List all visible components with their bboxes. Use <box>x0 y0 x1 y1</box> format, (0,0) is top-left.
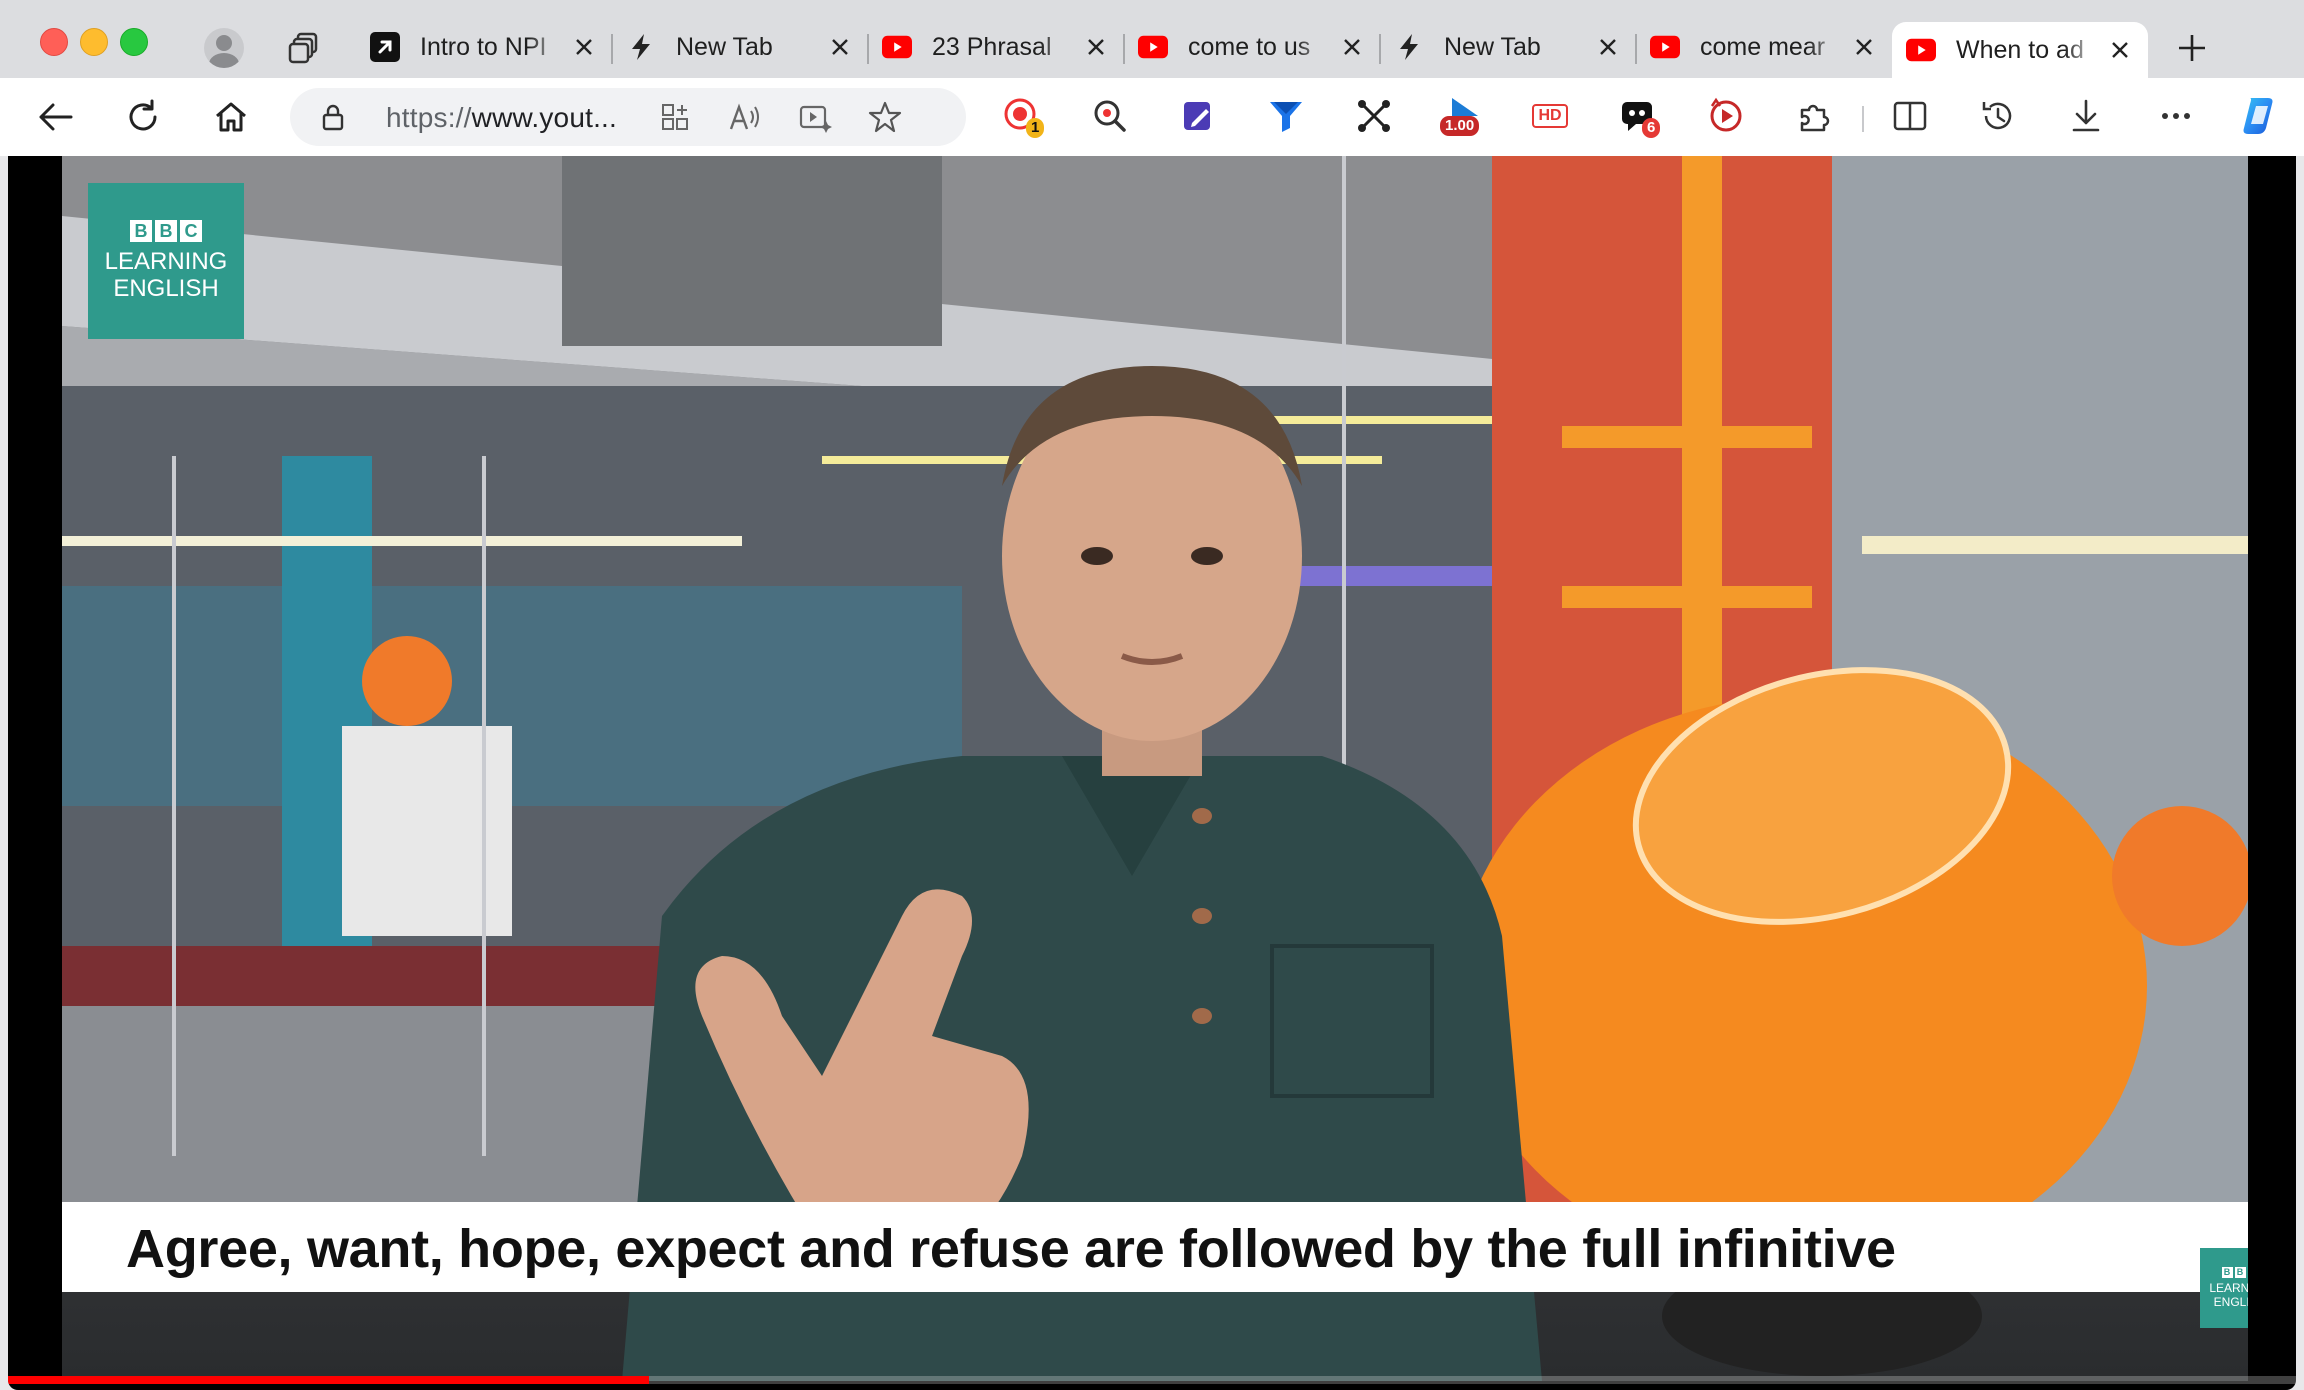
comments-badge: 6 <box>1642 118 1661 138</box>
speed-badge: 1.00 <box>1440 116 1480 136</box>
url-text[interactable]: https://www.yout... <box>386 102 617 134</box>
tab-title: When to ad <box>1956 35 2084 64</box>
back-button[interactable] <box>32 94 78 140</box>
more-menu-icon[interactable] <box>2154 94 2198 138</box>
new-tab-button[interactable] <box>2172 28 2212 68</box>
favorite-star-icon[interactable] <box>868 100 902 134</box>
bolt-icon <box>626 32 656 62</box>
logo-box: C <box>180 220 202 242</box>
tab-title: come mear <box>1700 32 1826 61</box>
url-scheme: https:// <box>386 102 472 133</box>
close-icon[interactable] <box>826 33 854 61</box>
bbc-watermark-logo: B B C LEARNING ENGLISH <box>2200 1248 2248 1328</box>
bbc-learning-english-logo: B B C LEARNING ENGLISH <box>88 183 244 339</box>
logo-line: ENGLISH <box>2213 1295 2248 1309</box>
zoom-window-button[interactable] <box>120 28 148 56</box>
logo-line: LEARNING <box>2209 1281 2248 1295</box>
video-enhance-icon[interactable] <box>798 100 832 134</box>
tab-come-to-us[interactable]: come to us <box>1124 22 1381 72</box>
close-icon[interactable] <box>2106 36 2134 64</box>
logo-line: LEARNING <box>104 248 228 275</box>
close-icon[interactable] <box>1338 33 1366 61</box>
logo-box: C <box>2247 1267 2248 1278</box>
subtitle-text: Agree, want, hope, expect and refuse are… <box>126 1219 1896 1279</box>
history-icon[interactable] <box>1976 94 2020 138</box>
search-zoom-extension[interactable] <box>1088 94 1132 138</box>
copilot-icon[interactable] <box>2238 94 2282 138</box>
logo-box: B <box>130 220 152 242</box>
bolt-icon <box>1394 32 1424 62</box>
tab-phrasal[interactable]: 23 Phrasal <box>868 22 1125 72</box>
tab-title: come to us <box>1188 32 1311 61</box>
filter-funnel-extension[interactable] <box>1264 94 1308 138</box>
logo-line: ENGLISH <box>113 275 219 302</box>
tab-come-mean[interactable]: come mear <box>1636 22 1892 72</box>
minimize-window-button[interactable] <box>80 28 108 56</box>
video-scene-image <box>62 156 2248 1381</box>
tab-intro-to-npi[interactable]: Intro to NPI <box>356 22 613 72</box>
tab-new-tab-2[interactable]: New Tab <box>1380 22 1637 72</box>
tab-when-to-add[interactable]: When to ad <box>1892 22 2148 78</box>
toolbar: https://www.yout... 1 1.00 HD 6 <box>0 78 2304 156</box>
speed-control-extension[interactable]: 1.00 <box>1440 94 1490 138</box>
extensions-puzzle-icon[interactable] <box>1792 94 1836 138</box>
tab-new-tab[interactable]: New Tab <box>612 22 869 72</box>
reload-button[interactable] <box>120 94 166 140</box>
hd-label: HD <box>1532 104 1568 128</box>
tab-title: New Tab <box>1444 32 1541 61</box>
home-button[interactable] <box>208 94 254 140</box>
logo-box: B <box>2234 1267 2246 1278</box>
workspaces-icon[interactable] <box>286 30 322 66</box>
hd-quality-extension[interactable]: HD <box>1528 94 1572 138</box>
screen-recorder-extension[interactable]: 1 <box>1000 94 1045 138</box>
recorder-badge: 1 <box>1026 118 1045 138</box>
close-icon[interactable] <box>570 33 598 61</box>
arrow-icon <box>370 32 400 62</box>
video-progress-fill <box>8 1376 649 1384</box>
app-available-icon[interactable] <box>658 100 692 134</box>
video-progress-bar[interactable] <box>8 1376 2296 1384</box>
connector-extension[interactable] <box>1352 94 1396 138</box>
split-screen-icon[interactable] <box>1888 94 1932 138</box>
youtube-icon <box>882 32 912 62</box>
lock-icon[interactable] <box>318 102 348 132</box>
read-aloud-icon[interactable] <box>728 100 762 134</box>
youtube-icon <box>1906 35 1936 65</box>
notes-pen-extension[interactable] <box>1176 94 1220 138</box>
video-replay-extension[interactable] <box>1704 94 1748 138</box>
toolbar-divider <box>1862 106 1864 132</box>
profile-avatar[interactable] <box>204 28 244 68</box>
video-player[interactable]: B B C LEARNING ENGLISH i Agree, want, ho… <box>8 156 2296 1390</box>
tab-title: Intro to NPI <box>420 32 547 61</box>
downloads-icon[interactable] <box>2064 94 2108 138</box>
youtube-icon <box>1138 32 1168 62</box>
close-icon[interactable] <box>1850 33 1878 61</box>
logo-box: B <box>155 220 177 242</box>
logo-box: B <box>2221 1267 2233 1278</box>
close-icon[interactable] <box>1082 33 1110 61</box>
address-bar[interactable]: https://www.yout... <box>290 88 966 146</box>
url-host: www.yout... <box>471 102 618 133</box>
close-window-button[interactable] <box>40 28 68 56</box>
comments-extension[interactable]: 6 <box>1616 94 1661 138</box>
youtube-icon <box>1650 32 1680 62</box>
tab-title: New Tab <box>676 32 773 61</box>
subtitle-bar: Agree, want, hope, expect and refuse are… <box>62 1202 2248 1292</box>
tab-strip: Intro to NPI New Tab 23 Phrasal come to … <box>0 0 2304 78</box>
video-frame[interactable]: B B C LEARNING ENGLISH i Agree, want, ho… <box>62 156 2248 1381</box>
tab-title: 23 Phrasal <box>932 32 1052 61</box>
close-icon[interactable] <box>1594 33 1622 61</box>
